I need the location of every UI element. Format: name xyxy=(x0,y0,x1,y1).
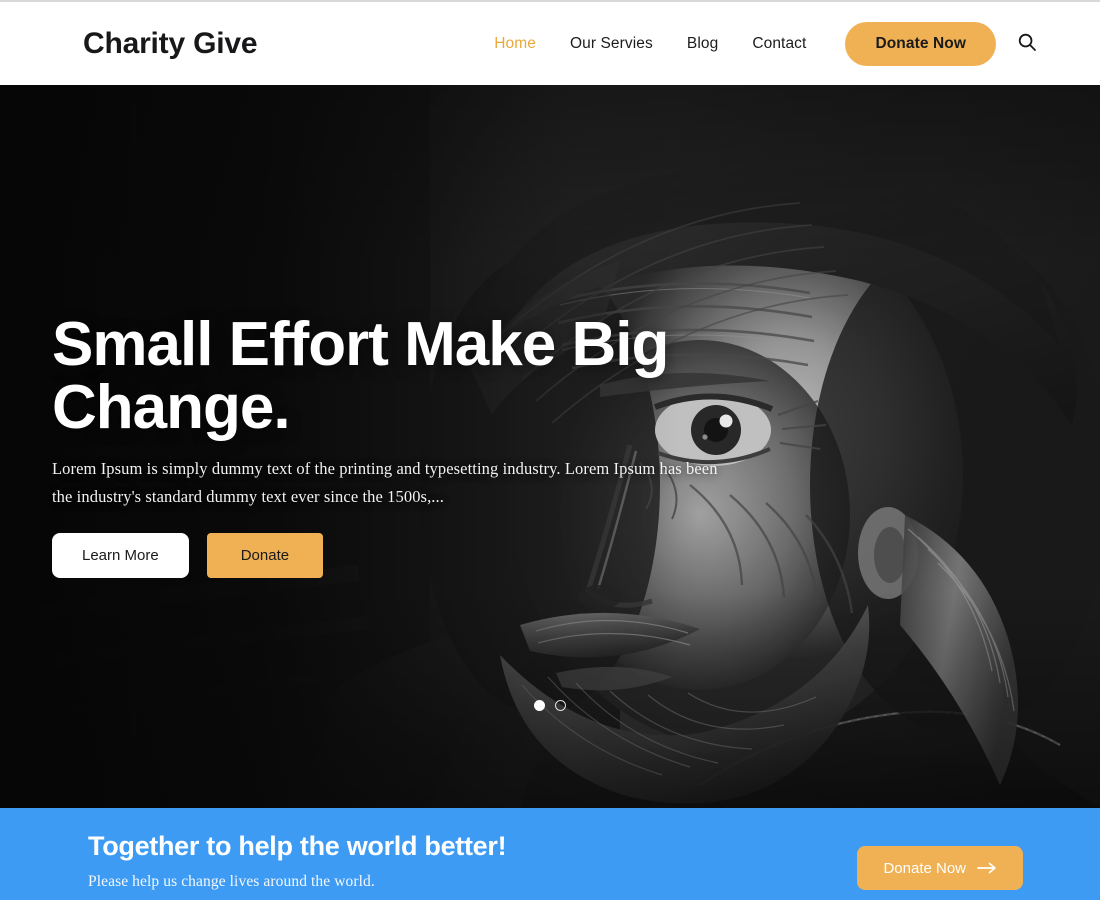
slider-dot-2[interactable] xyxy=(555,700,566,711)
hero-action-buttons: Learn More Donate xyxy=(52,533,324,578)
brand-logo[interactable]: Charity Give xyxy=(83,27,258,61)
arrow-right-icon xyxy=(977,862,997,874)
slider-dot-1[interactable] xyxy=(534,700,545,711)
hero-content: Small Effort Make Big Change. Lorem Ipsu… xyxy=(52,85,752,808)
nav-item-blog[interactable]: Blog xyxy=(670,35,735,53)
hero-slider-dots xyxy=(534,700,566,711)
page-root: Charity Give Home Our Servies Blog Conta… xyxy=(0,0,1100,900)
hero-title-line-2: Change. xyxy=(52,373,291,443)
search-button[interactable] xyxy=(1014,31,1040,57)
hero-title: Small Effort Make Big Change. xyxy=(52,313,692,439)
nav-item-our-servies[interactable]: Our Servies xyxy=(553,35,670,53)
cta-title: Together to help the world better! xyxy=(88,831,507,861)
hero-section: Small Effort Make Big Change. Lorem Ipsu… xyxy=(0,85,1100,808)
nav-item-contact[interactable]: Contact xyxy=(735,35,823,53)
search-icon xyxy=(1017,32,1037,55)
cta-subtitle: Please help us change lives around the w… xyxy=(88,872,375,890)
hero-paragraph: Lorem Ipsum is simply dummy text of the … xyxy=(52,459,718,507)
cta-text-block: Together to help the world better! Pleas… xyxy=(88,831,507,891)
site-header: Charity Give Home Our Servies Blog Conta… xyxy=(0,2,1100,85)
cta-donate-now-button[interactable]: Donate Now xyxy=(857,846,1023,890)
learn-more-button[interactable]: Learn More xyxy=(52,533,189,578)
nav-item-home[interactable]: Home xyxy=(477,35,553,53)
main-navigation: Home Our Servies Blog Contact Donate Now xyxy=(477,2,1100,85)
cta-donate-label: Donate Now xyxy=(883,859,966,877)
header-donate-now-button[interactable]: Donate Now xyxy=(845,21,996,66)
hero-title-line-1: Small Effort Make Big xyxy=(52,310,669,379)
hero-donate-button[interactable]: Donate xyxy=(206,533,324,578)
